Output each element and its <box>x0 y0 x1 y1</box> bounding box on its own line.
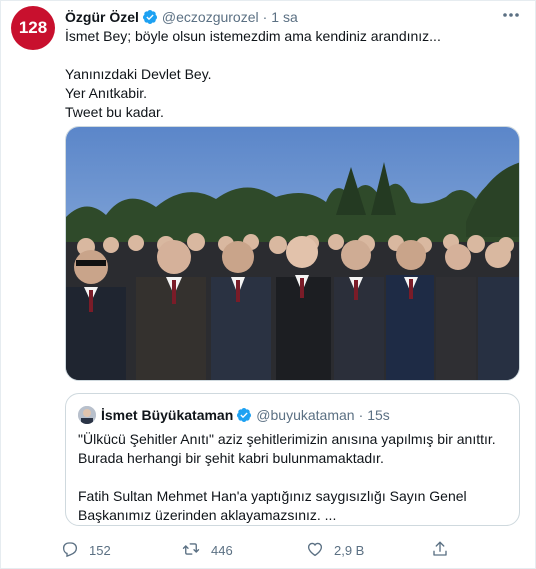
like-count: 2,9 B <box>334 542 365 558</box>
tweet-text-line: Tweet bu kadar. <box>65 104 164 120</box>
quoted-author-avatar <box>78 406 96 424</box>
quoted-author-handle[interactable]: @buyukataman <box>256 407 354 423</box>
quoted-header-separator: · <box>358 407 364 423</box>
tweet-text-line: İsmet Bey; böyle olsun istemezdim ama ke… <box>65 28 441 44</box>
quoted-author-name[interactable]: İsmet Büyükataman <box>101 407 233 423</box>
retweet-button[interactable]: 446 <box>181 539 233 561</box>
tweet-actions: 152 446 2,9 B <box>61 539 461 561</box>
tweet-time[interactable]: 1 sa <box>271 9 297 25</box>
retweet-icon <box>181 540 211 561</box>
quoted-text-line: Burada herhangi bir şehit kabri bulunmam… <box>78 450 384 466</box>
quoted-tweet-header: İsmet Büyükataman @buyukataman · 15s <box>78 406 390 424</box>
quoted-tweet-time[interactable]: 15s <box>367 407 390 423</box>
author-avatar[interactable]: 128 <box>11 6 55 50</box>
tweet-photo[interactable] <box>65 126 520 381</box>
retweet-count: 446 <box>211 542 233 558</box>
reply-button[interactable]: 152 <box>61 539 111 561</box>
share-button[interactable] <box>431 539 459 561</box>
reply-count: 152 <box>89 542 111 558</box>
verified-badge-icon <box>142 9 158 25</box>
reply-icon <box>61 540 89 561</box>
tweet-text-line: Yanınızdaki Devlet Bey. <box>65 66 212 82</box>
share-icon <box>431 540 459 561</box>
more-icon[interactable] <box>501 7 521 23</box>
tweet-header: Özgür Özel @eczozgurozel · 1 sa <box>65 7 298 27</box>
verified-badge-icon <box>236 407 252 423</box>
header-separator: · <box>262 9 268 25</box>
quoted-text-line: Başkanımız üzerinden aklayamazsınız. ... <box>78 507 337 523</box>
tweet-text-line: Yer Anıtkabir. <box>65 85 147 101</box>
author-name[interactable]: Özgür Özel <box>65 9 139 25</box>
author-handle[interactable]: @eczozgurozel <box>162 9 259 25</box>
avatar-logo-text: 128 <box>18 18 48 37</box>
tweet-card[interactable]: 128 Özgür Özel @eczozgurozel · 1 sa İsme… <box>0 0 536 569</box>
like-button[interactable]: 2,9 B <box>306 539 364 561</box>
quoted-text-line: "Ülkücü Şehitler Anıtı" aziz şehitlerimi… <box>78 431 496 447</box>
quoted-text-line: Fatih Sultan Mehmet Han'a yaptığınız say… <box>78 488 467 504</box>
like-icon <box>306 540 334 561</box>
quoted-tweet-text: "Ülkücü Şehitler Anıtı" aziz şehitlerimi… <box>78 430 508 525</box>
tweet-text: İsmet Bey; böyle olsun istemezdim ama ke… <box>65 27 520 122</box>
quoted-tweet[interactable]: İsmet Büyükataman @buyukataman · 15s "Ül… <box>65 393 520 526</box>
photo-crowd-image <box>66 127 519 380</box>
